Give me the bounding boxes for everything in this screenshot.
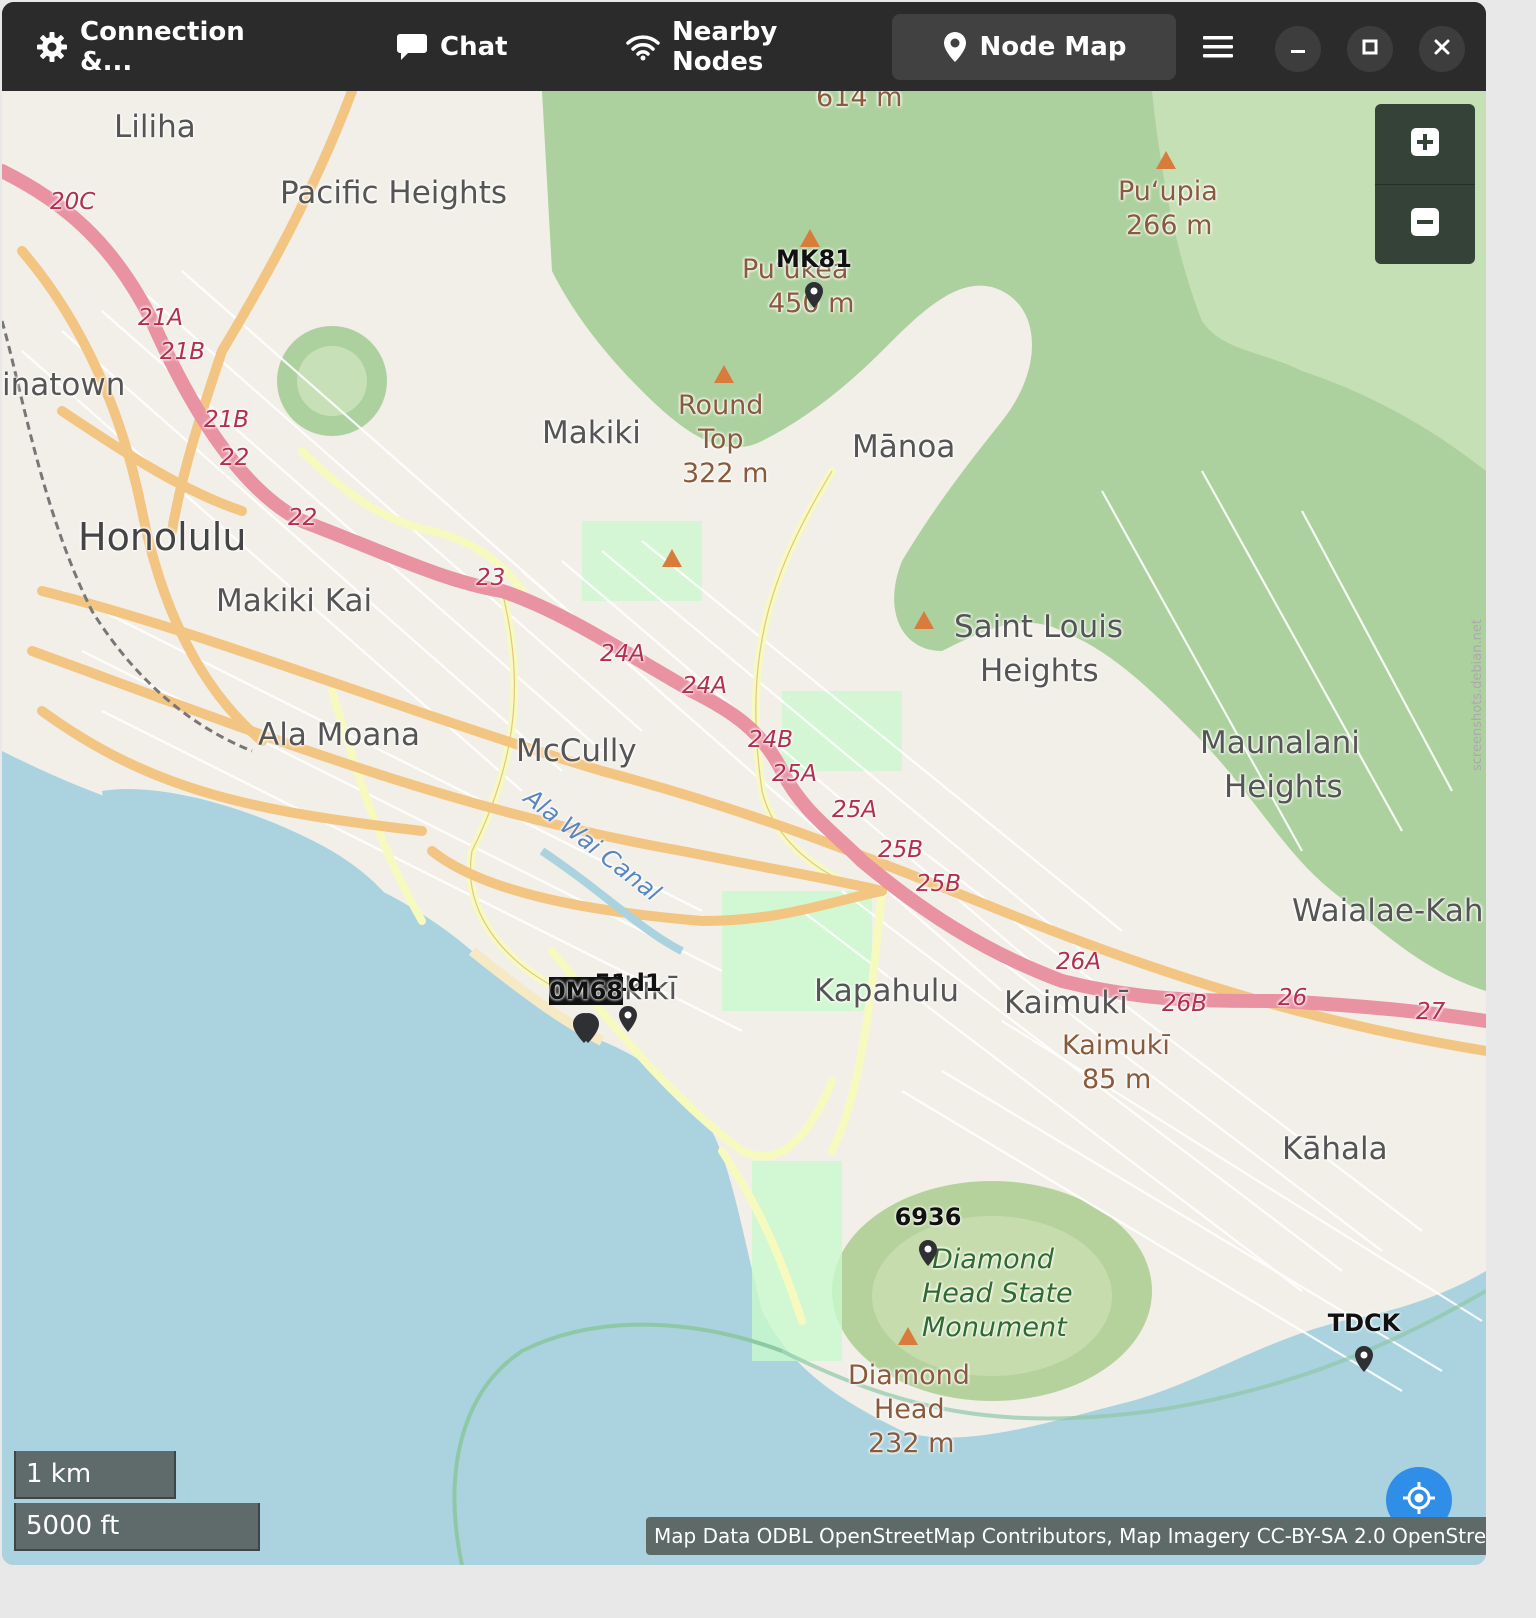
node-label: TDCK: [1327, 1309, 1401, 1337]
scale-bar-imperial: 5000 ft: [14, 1503, 260, 1551]
maximize-button[interactable]: [1347, 26, 1393, 72]
place-label-liliha: Liliha: [114, 109, 196, 145]
exit-label: 22: [220, 445, 250, 471]
tab-node-map[interactable]: Node Map: [892, 14, 1176, 80]
exit-label: 24B: [748, 727, 794, 753]
exit-label: 25A: [832, 797, 878, 823]
node-label: MK81: [776, 245, 852, 273]
park-label-line1: Diamond: [932, 1244, 1054, 1275]
exit-label: 27: [1416, 999, 1446, 1025]
map-pin-icon: [942, 31, 968, 63]
crosshair-icon: [1401, 1480, 1437, 1520]
maximize-icon: [1361, 38, 1379, 60]
close-icon: [1433, 38, 1451, 60]
map-pin-icon: [919, 1240, 937, 1266]
exit-label: 24A: [600, 641, 646, 667]
exit-label: 26B: [1162, 991, 1208, 1017]
map-pin-icon: [1355, 1346, 1373, 1372]
place-label-kaimuki: Kaimukī: [1004, 985, 1128, 1021]
place-label-honolulu: Honolulu: [78, 515, 247, 559]
exit-label: 25B: [916, 871, 962, 897]
map-attribution: Map Data ODBL OpenStreetMap Contributors…: [646, 1517, 1486, 1555]
tab-node-map-label: Node Map: [979, 32, 1127, 62]
zoom-in-button[interactable]: [1375, 104, 1475, 184]
exit-label: 24A: [682, 673, 728, 699]
place-label-mccully: McCully: [516, 733, 637, 769]
exit-label: 21B: [160, 339, 206, 365]
title-bar: Connection &... Chat Nearby Nodes Node M…: [2, 2, 1486, 91]
peak-label-kaimuki: Kaimukī: [1062, 1030, 1170, 1061]
node-label: 6936: [894, 1203, 962, 1231]
peak-label-top: Top: [698, 424, 744, 455]
place-label-saint-louis: Saint Louis: [954, 609, 1124, 645]
peak-elevation-round-top: 322 m: [682, 458, 769, 489]
minimize-icon: [1289, 38, 1307, 60]
peak-elevation-kaimuki: 85 m: [1082, 1064, 1152, 1095]
place-label-pacific-heights: Pacific Heights: [280, 175, 508, 211]
menu-button[interactable]: [1200, 32, 1236, 66]
place-label-kahala: Kāhala: [1282, 1131, 1388, 1167]
tab-chat[interactable]: Chat: [396, 14, 526, 80]
watermark: screenshots.debian.net: [1470, 619, 1485, 771]
tab-connection[interactable]: Connection &...: [36, 14, 296, 80]
node-map-view[interactable]: Liliha Pacific Heights inatown Honolulu …: [2, 91, 1486, 1565]
exit-label: 20C: [50, 189, 96, 215]
peak-elevation-top: 614 m: [816, 91, 903, 113]
map-tiles: [2, 91, 1486, 1565]
plus-icon: [1411, 128, 1439, 160]
app-window: Connection &... Chat Nearby Nodes Node M…: [2, 2, 1486, 1565]
exit-label: 21A: [138, 305, 184, 331]
exit-label: 23: [476, 565, 506, 591]
node-label: 0M68: [549, 977, 623, 1005]
place-label-makiki: Makiki: [542, 415, 641, 451]
place-label-waialae: Waialae-Kah: [1292, 893, 1484, 929]
gear-icon: [36, 31, 68, 63]
peak-label-round: Round: [678, 390, 764, 421]
park-label-line3: Monument: [922, 1312, 1067, 1343]
tab-connection-label: Connection &...: [80, 17, 245, 77]
map-pin-icon: [573, 1013, 599, 1043]
park-label-line2: Head State: [922, 1278, 1073, 1309]
tab-nearby-nodes-label: Nearby Nodes: [672, 17, 778, 77]
exit-label: 26: [1278, 985, 1308, 1011]
tab-chat-label: Chat: [440, 32, 508, 62]
wifi-icon: [626, 33, 660, 61]
place-label-maunalani: Maunalani: [1200, 725, 1360, 761]
zoom-out-button[interactable]: [1375, 184, 1475, 264]
menu-icon: [1203, 35, 1233, 63]
exit-label: 26A: [1056, 949, 1102, 975]
place-label-makiki-kai: Makiki Kai: [216, 583, 373, 619]
peak-label-head: Head: [874, 1394, 945, 1425]
exit-label: 21B: [204, 407, 250, 433]
peak-elevation-diamond-head: 232 m: [868, 1428, 955, 1459]
exit-label: 25B: [878, 837, 924, 863]
place-label-ala-moana: Ala Moana: [258, 717, 421, 753]
minus-icon: [1411, 208, 1439, 240]
zoom-control: [1375, 104, 1475, 264]
place-label-manoa: Mānoa: [852, 429, 956, 465]
exit-label: 22: [288, 505, 318, 531]
place-label-saint-louis-heights: Heights: [980, 653, 1099, 689]
exit-label: 25A: [772, 761, 818, 787]
place-label-kapahulu: Kapahulu: [814, 973, 960, 1009]
peak-label-diamond: Diamond: [848, 1360, 970, 1391]
place-label-maunalani-heights: Heights: [1224, 769, 1343, 805]
map-pin-icon: [805, 282, 823, 308]
peak-elevation-puupia: 266 m: [1126, 210, 1213, 241]
minimize-button[interactable]: [1275, 26, 1321, 72]
chat-bubble-icon: [396, 32, 428, 62]
scale-bar-metric: 1 km: [14, 1451, 176, 1499]
map-pin-icon: [619, 1006, 637, 1032]
peak-label-puupia: Puʻupia: [1118, 176, 1218, 207]
place-label-chinatown: inatown: [2, 367, 126, 403]
tab-nearby-nodes[interactable]: Nearby Nodes: [626, 14, 866, 80]
close-button[interactable]: [1419, 26, 1465, 72]
